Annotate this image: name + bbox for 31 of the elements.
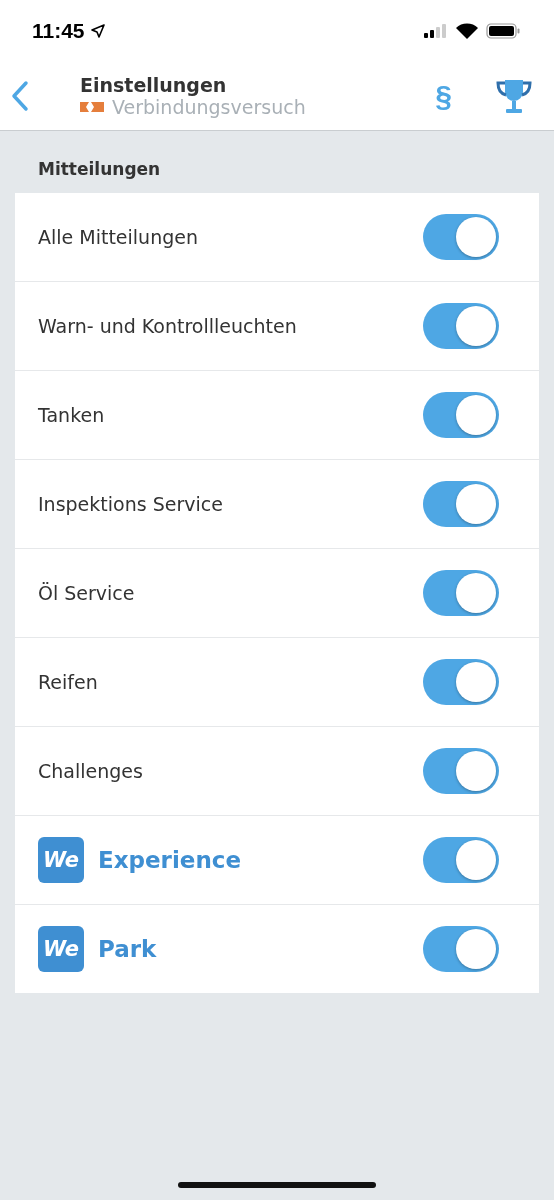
location-arrow-icon	[90, 24, 105, 38]
back-button[interactable]	[10, 80, 30, 112]
toggle-switch[interactable]	[423, 659, 499, 705]
toggle-switch[interactable]	[423, 214, 499, 260]
connection-icon	[80, 101, 104, 113]
toggle-switch[interactable]	[423, 570, 499, 616]
toggle-switch[interactable]	[423, 392, 499, 438]
battery-icon	[486, 23, 520, 39]
section-title: Mitteilungen	[37, 158, 162, 181]
toggle-switch[interactable]	[423, 926, 499, 972]
toggle-switch[interactable]	[423, 481, 499, 527]
legal-button[interactable]: §	[435, 79, 452, 113]
connection-status: Verbindungsversuch	[112, 96, 306, 118]
setting-label: Reifen	[38, 671, 99, 693]
setting-label: Inspektions Service	[38, 493, 224, 515]
brand-logo: We	[38, 926, 84, 972]
setting-label: Öl Service	[38, 582, 136, 604]
toggle-switch[interactable]	[423, 837, 499, 883]
setting-label: Tanken	[38, 404, 106, 426]
brand-logo: We	[38, 837, 84, 883]
signal-icon	[424, 24, 448, 38]
toggle-switch[interactable]	[423, 748, 499, 794]
screen-title: Einstellungen	[80, 74, 228, 96]
status-time: 11:45	[32, 19, 85, 43]
setting-label: Challenges	[38, 760, 144, 782]
wifi-icon	[456, 23, 478, 39]
setting-label: Park	[98, 936, 158, 962]
setting-label: Warn- und Kontrollleuchten	[38, 315, 298, 337]
toggle-switch[interactable]	[423, 303, 499, 349]
setting-label: Alle Mitteilungen	[38, 226, 199, 248]
setting-label: Experience	[98, 847, 243, 873]
